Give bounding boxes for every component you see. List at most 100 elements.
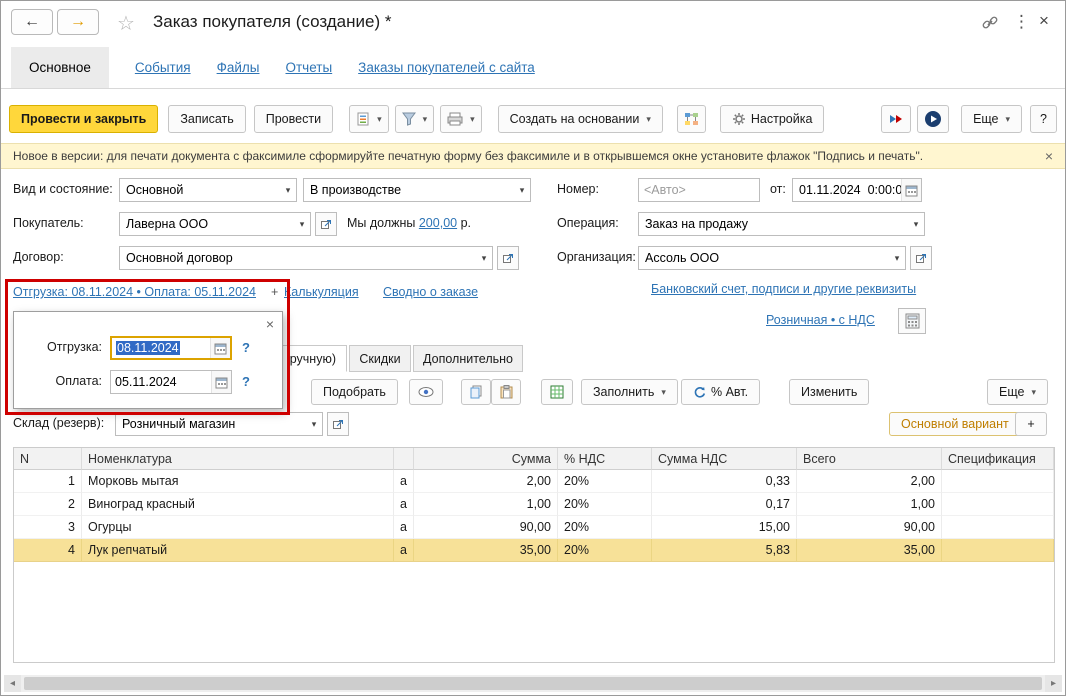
popup-shipment-input[interactable]: 08.11.2024 bbox=[110, 336, 232, 360]
video-help-button[interactable] bbox=[917, 105, 950, 133]
print-button[interactable]: ▾ bbox=[440, 105, 482, 133]
organization-open-button[interactable] bbox=[910, 246, 932, 270]
cell-n[interactable]: 4 bbox=[14, 539, 82, 562]
create-based-on-button[interactable]: Создать на основании ▾ bbox=[497, 105, 663, 133]
chevron-down-icon[interactable]: ▾ bbox=[514, 185, 530, 196]
main-variant-button[interactable]: Основной вариант bbox=[889, 412, 1021, 436]
popup-shipment-help-link[interactable]: ? bbox=[242, 340, 250, 355]
horizontal-scrollbar[interactable]: ◂ ▸ bbox=[4, 675, 1062, 692]
chevron-down-icon[interactable]: ▾ bbox=[377, 114, 382, 125]
cell-total[interactable]: 2,00 bbox=[797, 470, 942, 493]
cell-vat-amount[interactable]: 15,00 bbox=[652, 516, 797, 539]
cell-n[interactable]: 2 bbox=[14, 493, 82, 516]
cell-specification[interactable] bbox=[942, 493, 1054, 516]
date-input[interactable]: 01.11.2024 0:00:00 bbox=[792, 178, 922, 202]
cell-amount[interactable]: 35,00 bbox=[414, 539, 558, 562]
cell-vat-amount[interactable]: 0,33 bbox=[652, 470, 797, 493]
window-close-icon[interactable]: × bbox=[1039, 11, 1049, 31]
cell-nomenclature[interactable]: Лук репчатый bbox=[82, 539, 394, 562]
post-and-close-button[interactable]: Провести и закрыть bbox=[9, 105, 159, 133]
cell-hidden[interactable]: а bbox=[394, 470, 414, 493]
related-documents-button[interactable] bbox=[676, 105, 706, 133]
add-variant-button[interactable]: + bbox=[1015, 412, 1047, 436]
bank-details-link[interactable]: Банковский счет, подписи и другие реквиз… bbox=[651, 282, 916, 296]
warehouse-open-button[interactable] bbox=[327, 412, 349, 436]
chevron-down-icon[interactable]: ▾ bbox=[908, 219, 924, 230]
shipment-payment-link[interactable]: Отгрузка: 08.11.2024 • Оплата: 05.11.202… bbox=[13, 285, 256, 299]
cell-n[interactable]: 1 bbox=[14, 470, 82, 493]
cell-hidden[interactable]: а bbox=[394, 539, 414, 562]
help-button[interactable]: ? bbox=[1030, 105, 1057, 133]
cell-amount[interactable]: 90,00 bbox=[414, 516, 558, 539]
scroll-left-icon[interactable]: ◂ bbox=[4, 675, 21, 692]
favorite-star-icon[interactable]: ☆ bbox=[117, 11, 135, 36]
organization-combo[interactable]: Ассоль ООО ▾ bbox=[638, 246, 906, 270]
section-main[interactable]: Основное bbox=[11, 47, 109, 88]
chevron-down-icon[interactable]: ▾ bbox=[280, 185, 296, 196]
chevron-down-icon[interactable]: ▾ bbox=[476, 253, 492, 264]
price-calc-button[interactable] bbox=[898, 308, 926, 334]
calendar-icon[interactable] bbox=[901, 179, 921, 201]
items-more-button[interactable]: Еще ▾ bbox=[987, 379, 1048, 405]
operation-combo[interactable]: Заказ на продажу ▾ bbox=[638, 212, 925, 236]
view-button[interactable] bbox=[409, 379, 443, 405]
notice-close-icon[interactable]: × bbox=[1045, 148, 1053, 164]
scrollbar-thumb[interactable] bbox=[24, 677, 1042, 690]
calculation-link[interactable]: Калькуляция bbox=[284, 285, 359, 299]
section-files[interactable]: Файлы bbox=[217, 47, 260, 88]
state-combo[interactable]: В производстве ▾ bbox=[303, 178, 531, 202]
fill-button[interactable]: Заполнить ▾ bbox=[581, 379, 678, 405]
chevron-down-icon[interactable]: ▾ bbox=[1006, 114, 1011, 125]
cell-vat-percent[interactable]: 20% bbox=[558, 470, 652, 493]
chevron-down-icon[interactable]: ▾ bbox=[661, 387, 666, 398]
spreadsheet-button[interactable] bbox=[541, 379, 573, 405]
save-button[interactable]: Записать bbox=[168, 105, 246, 133]
scroll-right-icon[interactable]: ▸ bbox=[1045, 675, 1062, 692]
forward-button[interactable]: → bbox=[57, 9, 99, 35]
number-input[interactable] bbox=[638, 178, 760, 202]
settings-button[interactable]: Настройка bbox=[719, 105, 825, 133]
cell-hidden[interactable]: а bbox=[394, 493, 414, 516]
cell-specification[interactable] bbox=[942, 539, 1054, 562]
section-events[interactable]: События bbox=[135, 47, 191, 88]
chevron-down-icon[interactable]: ▾ bbox=[889, 253, 905, 264]
back-button[interactable]: ← bbox=[11, 9, 53, 35]
cell-amount[interactable]: 2,00 bbox=[414, 470, 558, 493]
cell-vat-percent[interactable]: 20% bbox=[558, 539, 652, 562]
business-network-button[interactable] bbox=[881, 105, 912, 133]
warehouse-combo[interactable]: Розничный магазин ▾ bbox=[115, 412, 323, 436]
cell-nomenclature[interactable]: Огурцы bbox=[82, 516, 394, 539]
kebab-menu-icon[interactable]: ⋮ bbox=[1013, 12, 1030, 32]
buyer-open-button[interactable] bbox=[315, 212, 337, 236]
cell-nomenclature[interactable]: Виноград красный bbox=[82, 493, 394, 516]
cell-hidden[interactable]: а bbox=[394, 516, 414, 539]
copy-rows-button[interactable] bbox=[461, 379, 491, 405]
buyer-combo[interactable]: Лаверна ООО ▾ bbox=[119, 212, 311, 236]
pick-items-button[interactable]: Подобрать bbox=[311, 379, 398, 405]
popup-close-icon[interactable]: × bbox=[266, 316, 274, 332]
tab-discounts[interactable]: Скидки bbox=[349, 345, 411, 372]
chevron-down-icon[interactable]: ▾ bbox=[1031, 387, 1036, 398]
cell-total[interactable]: 35,00 bbox=[797, 539, 942, 562]
contract-open-button[interactable] bbox=[497, 246, 519, 270]
cell-vat-amount[interactable]: 0,17 bbox=[652, 493, 797, 516]
cell-vat-percent[interactable]: 20% bbox=[558, 493, 652, 516]
chevron-down-icon[interactable]: ▾ bbox=[423, 114, 428, 125]
cell-vat-percent[interactable]: 20% bbox=[558, 516, 652, 539]
cell-vat-amount[interactable]: 5,83 bbox=[652, 539, 797, 562]
cell-specification[interactable] bbox=[942, 470, 1054, 493]
popup-payment-input[interactable]: 05.11.2024 bbox=[110, 370, 232, 394]
debt-amount-link[interactable]: 200,00 bbox=[419, 216, 457, 230]
calendar-icon[interactable] bbox=[211, 371, 231, 393]
cell-amount[interactable]: 1,00 bbox=[414, 493, 558, 516]
calendar-icon[interactable] bbox=[210, 338, 230, 358]
price-kind-link[interactable]: Розничная • с НДС bbox=[766, 313, 875, 327]
more-button[interactable]: Еще ▾ bbox=[961, 105, 1023, 133]
paste-rows-button[interactable] bbox=[491, 379, 521, 405]
order-summary-link[interactable]: Сводно о заказе bbox=[383, 285, 478, 299]
report-doc-button[interactable]: ▾ bbox=[349, 105, 389, 133]
chevron-down-icon[interactable]: ▾ bbox=[306, 419, 322, 430]
auto-percent-button[interactable]: % Авт. bbox=[681, 379, 761, 405]
copy-link-icon[interactable] bbox=[981, 14, 999, 32]
chevron-down-icon[interactable]: ▾ bbox=[470, 114, 475, 125]
